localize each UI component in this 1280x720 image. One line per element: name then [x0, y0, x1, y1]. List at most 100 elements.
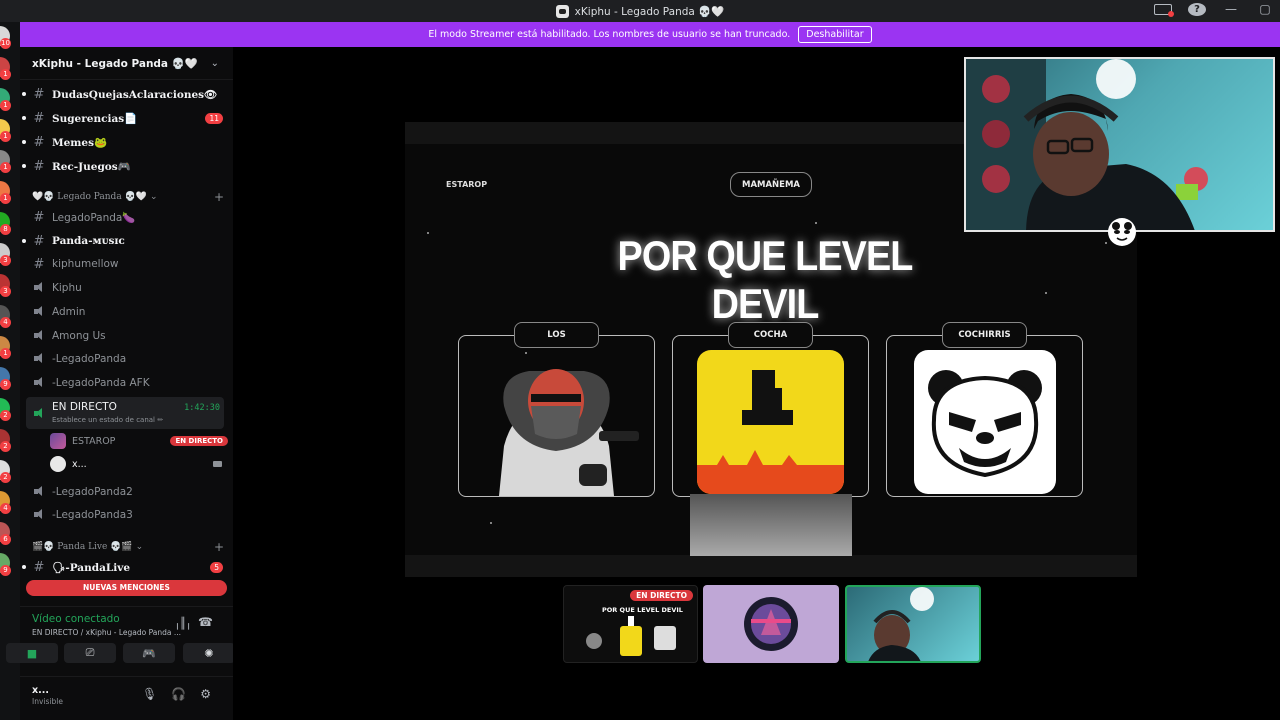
maximize-icon[interactable]: ▢	[1256, 2, 1274, 16]
gamer-character-image	[499, 369, 639, 496]
channel-panda-music[interactable]: # Panda-ᴍᴜsɪᴄ	[22, 230, 228, 252]
voice-status-title[interactable]: Vídeo conectado	[32, 613, 120, 625]
star	[1105, 242, 1107, 244]
server-mention-badge: 1	[0, 193, 11, 204]
camera-toggle-button[interactable]: ■	[6, 643, 58, 663]
unread-dot	[22, 565, 26, 569]
category-legado-panda[interactable]: 🤍💀 Legado Panda 💀🤍 ⌄ +	[32, 190, 230, 204]
mention-count-badge: 5	[210, 561, 223, 573]
category-label: 🎬💀 Panda Live 💀🎬	[32, 542, 133, 552]
camera-icon	[213, 461, 222, 467]
voice-channel-legadopanda-afk[interactable]: -LegadoPanda AFK	[30, 372, 228, 394]
unread-dot	[22, 92, 26, 96]
new-mentions-bar[interactable]: NUEVAS MENCIONES	[26, 580, 227, 596]
disconnect-icon[interactable]: ☎	[198, 615, 213, 629]
activities-button[interactable]: 🎮	[123, 643, 175, 663]
webcam-overlay	[964, 57, 1275, 232]
speaker-icon	[30, 376, 48, 391]
star	[427, 232, 429, 234]
webcam-preview	[868, 587, 934, 661]
channel-label: Sugerencias📄	[52, 112, 138, 125]
speaker-icon	[30, 329, 48, 344]
hash-icon: #	[33, 158, 45, 174]
channel-label: Among Us	[52, 330, 106, 342]
voice-user-name: ESTAROP	[72, 435, 116, 447]
server-mention-badge: 9	[0, 565, 11, 576]
settings-gear-icon[interactable]: ⚙	[200, 687, 211, 701]
channel-status[interactable]: Establece un estado de canal ✏	[52, 416, 163, 424]
voice-channel-legadopanda2[interactable]: -LegadoPanda2	[30, 481, 228, 503]
user-controls: 🎙 🎧 ⚙	[142, 687, 211, 701]
stream-thumbnail-estarop[interactable]	[703, 585, 839, 663]
add-channel-icon[interactable]: +	[214, 190, 224, 204]
channel-recjuegos[interactable]: # Rec-Juegos🎮	[22, 155, 228, 177]
channel-label: DudasQuejasAclaraciones👁	[52, 88, 218, 101]
inbox-icon[interactable]	[1154, 3, 1174, 17]
card-label-tab: COCHA	[728, 322, 813, 348]
voice-connection-panel: Vídeo conectado EN DIRECTO / xKiphu - Le…	[6, 606, 235, 676]
stream-thumbnail-screen[interactable]: EN DIRECTO POR QUE LEVEL DEVIL	[563, 585, 698, 663]
voice-status-subtitle[interactable]: EN DIRECTO / xKiphu - Legado Panda ...	[32, 628, 181, 637]
character-card-los	[458, 335, 655, 497]
server-mention-badge: 2	[0, 441, 11, 452]
channel-timer: 1:42:30	[184, 403, 220, 413]
server-mention-badge: 9	[0, 379, 11, 390]
headphones-icon[interactable]: 🎧	[171, 687, 186, 701]
stream-top-pill: MAMAÑEMA	[730, 172, 812, 197]
voice-channel-kiphu[interactable]: Kiphu	[30, 277, 228, 299]
voice-channel-legadopanda[interactable]: -LegadoPanda	[30, 348, 228, 370]
server-mention-badge: 1	[0, 162, 11, 173]
channel-sidebar: xKiphu - Legado Panda 💀🤍 ⌄ # DudasQuejas…	[6, 47, 235, 720]
speaker-icon	[30, 352, 48, 367]
noise-suppression-icon[interactable]: ╷║╷	[174, 617, 192, 630]
channel-label: kiphumellow	[52, 258, 119, 270]
hash-icon: #	[33, 86, 45, 102]
soundboard-button[interactable]: ✺	[183, 643, 235, 663]
server-mention-badge: 1	[0, 348, 11, 359]
channel-memes[interactable]: # Memes🐸	[22, 131, 228, 153]
help-icon[interactable]: ?	[1188, 2, 1206, 16]
server-mention-badge: 2	[0, 410, 11, 421]
window-title-text: xKiphu - Legado Panda 💀🤍	[574, 5, 725, 18]
hash-icon: #	[33, 110, 45, 126]
server-mention-badge: 8	[0, 224, 11, 235]
server-mention-badge: 10	[0, 38, 11, 49]
chevron-down-icon: ⌄	[210, 57, 219, 69]
user-name[interactable]: x...	[32, 685, 49, 696]
voice-channel-en-directo[interactable]: EN DIRECTO 1:42:30 Establece un estado d…	[26, 397, 224, 429]
voice-channel-among-us[interactable]: Among Us	[30, 325, 228, 347]
card-label-tab: LOS	[514, 322, 599, 348]
add-channel-icon[interactable]: +	[214, 540, 224, 554]
channel-sugerencias[interactable]: # Sugerencias📄 11	[22, 107, 228, 129]
voice-user-self[interactable]: x...	[50, 454, 228, 474]
channel-label: LegadoPanda🍆	[52, 211, 136, 224]
user-panel: x... Invisible 🎙 🎧 ⚙	[20, 676, 233, 720]
channel-kiphumellow[interactable]: # kiphumellow	[30, 253, 228, 275]
panda-logo-image	[914, 350, 1056, 494]
channel-label: -LegadoPanda2	[52, 486, 133, 498]
stream-corner-tag: ESTAROP	[446, 180, 488, 189]
channel-label: -LegadoPanda3	[52, 509, 133, 521]
speaker-icon	[30, 508, 48, 523]
channel-pandalive[interactable]: # 🗣-PandaLive 5	[22, 556, 228, 578]
category-panda-live[interactable]: 🎬💀 Panda Live 💀🎬 ⌄ +	[32, 540, 230, 554]
speaker-icon	[30, 485, 48, 500]
channel-label: Admin	[52, 306, 86, 318]
server-header[interactable]: xKiphu - Legado Panda 💀🤍 ⌄	[20, 47, 233, 80]
voice-user-estarop[interactable]: ESTAROP EN DIRECTO	[50, 431, 228, 451]
minimize-icon[interactable]: —	[1222, 2, 1240, 16]
disable-streamer-button[interactable]: Deshabilitar	[798, 26, 872, 43]
channel-dudasquejas[interactable]: # DudasQuejasAclaraciones👁	[22, 83, 228, 105]
server-rail: 10 1 1 1 1 1 8 3 3 4 1 9 2 2 2 4 6 9	[0, 22, 20, 720]
microphone-icon[interactable]: 🎙	[142, 687, 157, 701]
stream-thumbnail-webcam[interactable]	[845, 585, 981, 663]
screen-share-button[interactable]: ⎚	[64, 643, 116, 663]
voice-channel-admin[interactable]: Admin	[30, 301, 228, 323]
unread-dot	[22, 140, 26, 144]
channel-legadopanda-text[interactable]: # LegadoPanda🍆	[30, 206, 228, 228]
server-mention-badge: 2	[0, 472, 11, 483]
star	[490, 522, 492, 524]
server-mention-badge: 3	[0, 286, 11, 297]
window-controls: ? — ▢	[1154, 2, 1274, 17]
voice-channel-legadopanda3[interactable]: -LegadoPanda3	[30, 504, 228, 526]
